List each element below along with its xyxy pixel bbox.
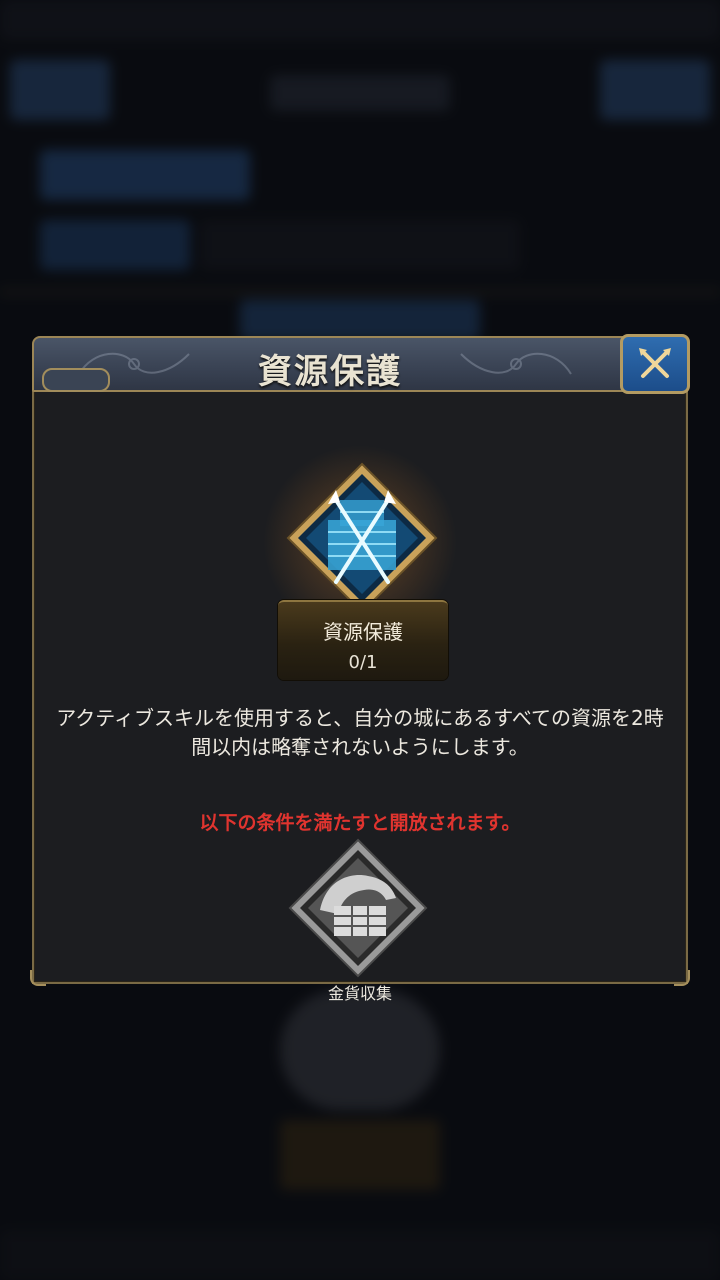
close-x-icon [639,348,671,378]
skill-name: 資源保護 [323,620,403,644]
required-skill-name: 金貨収集 [327,984,392,1003]
gold-collection-icon[interactable] [286,836,430,980]
dialog-title: 資源保護 [258,352,402,392]
dialog-body: 資源保護 0/1 アクティブスキルを使用すると、自分の城にあるすべての資源を2時… [30,386,690,1003]
dialog-title-bar: 資源保護 [32,336,688,392]
close-button[interactable] [620,334,690,394]
skill-name-plate: 資源保護 0/1 [278,600,448,680]
skill-level: 0/1 [348,652,378,673]
skill-description: アクティブスキルを使用すると、自分の城にあるすべての資源を2時間以内は略奪されな… [56,706,664,759]
crossed-spears-crates-icon[interactable] [284,460,440,616]
unlock-condition-text: 以下の条件を満たすと開放されます。 [199,812,521,834]
skill-info-dialog: 資源保護 0/1 アクティブスキルを使用すると、自分の城にあるすべての資源を2時… [30,334,690,1003]
